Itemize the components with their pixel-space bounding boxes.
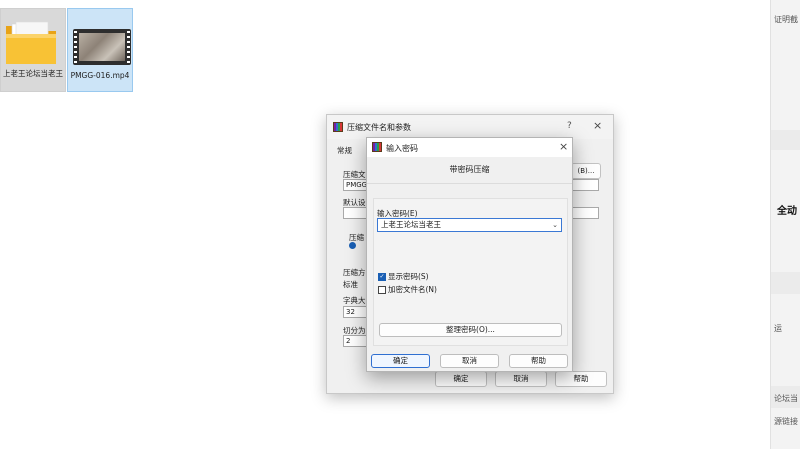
checkbox-checked-icon: ✓ [378, 272, 386, 281]
checkbox-unchecked-icon [378, 285, 386, 294]
help-button[interactable]: 帮助 [509, 354, 568, 368]
right-panel-text-3: 运 [774, 324, 782, 333]
archive-dialog-title: 压缩文件名和参数 [347, 123, 411, 132]
archive-dialog-titlebar: 压缩文件名和参数 ? × [327, 115, 613, 139]
archive-cancel-button[interactable]: 取消 [495, 371, 547, 387]
encrypt-filenames-checkbox[interactable]: 加密文件名(N) [378, 284, 437, 295]
video-file-icon [73, 29, 131, 65]
close-icon[interactable]: × [593, 120, 602, 131]
show-password-label: 显示密码(S) [388, 272, 429, 281]
format-radio[interactable] [349, 242, 358, 251]
video-file-item[interactable]: PMGG-016.mp4 [67, 8, 133, 92]
divider [367, 183, 572, 184]
chevron-down-icon[interactable]: ⌄ [552, 219, 558, 231]
password-value: 上老王论坛当老王 [381, 220, 441, 229]
compression-method-label: 压缩方 [343, 268, 366, 277]
archive-ok-button[interactable]: 确定 [435, 371, 487, 387]
video-file-label: PMGG-016.mp4 [70, 71, 130, 80]
folder-item[interactable]: 上老王论坛当老王 [0, 8, 66, 92]
winrar-icon [333, 122, 343, 132]
right-background-window: 证明截 全动 运 论坛当 源链接 [770, 0, 800, 449]
archive-help-button[interactable]: 帮助 [555, 371, 607, 387]
encrypt-filenames-label: 加密文件名(N) [388, 285, 437, 294]
cancel-button[interactable]: 取消 [440, 354, 499, 368]
winrar-icon [372, 142, 382, 152]
right-panel-text-4: 论坛当 [774, 394, 798, 403]
split-volumes-value: 2 [346, 337, 351, 345]
folder-icon [6, 21, 56, 64]
password-heading: 带密码压缩 [449, 165, 490, 174]
folder-label: 上老王论坛当老王 [3, 69, 63, 78]
dictionary-size-label: 字典大 [343, 296, 366, 305]
close-icon[interactable]: × [559, 141, 568, 152]
right-panel-text-5: 源链接 [774, 417, 798, 426]
password-dialog-title: 输入密码 [386, 144, 418, 153]
organize-passwords-button[interactable]: 整理密码(O)... [379, 323, 562, 337]
ok-button[interactable]: 确定 [371, 354, 430, 368]
help-icon[interactable]: ? [567, 121, 572, 131]
tab-general[interactable]: 常规 [337, 145, 352, 156]
dictionary-size-value: 32 [346, 308, 355, 316]
enter-password-dialog: 输入密码 × 带密码压缩 输入密码(E) 上老王论坛当老王 ⌄ ✓ 显示密码(S… [366, 137, 573, 372]
password-dialog-titlebar: 输入密码 × [367, 138, 572, 157]
right-panel-text-1: 证明截 [774, 15, 798, 24]
password-input[interactable]: 上老王论坛当老王 ⌄ [377, 218, 562, 232]
right-panel-text-2: 全动 [777, 206, 797, 217]
browse-button[interactable]: (B)... [571, 163, 601, 179]
show-password-checkbox[interactable]: ✓ 显示密码(S) [378, 271, 429, 282]
compression-method-value[interactable]: 标准 [343, 279, 358, 290]
